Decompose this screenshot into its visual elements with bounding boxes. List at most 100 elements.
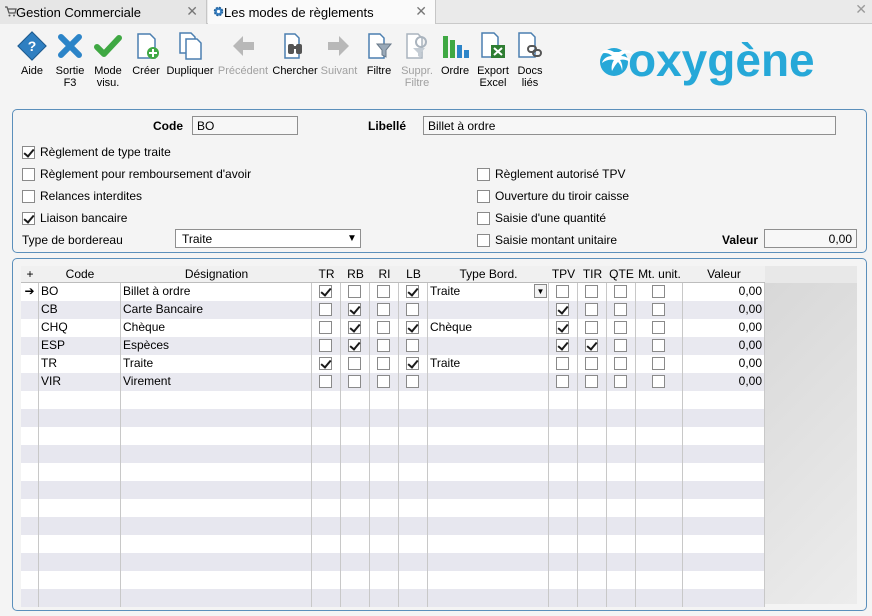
cell-designation[interactable]: Virement (121, 373, 312, 391)
valeur-field[interactable]: 0,00 (764, 229, 857, 248)
cell-mt-unit[interactable] (636, 355, 683, 373)
cell-qte[interactable] (607, 283, 636, 301)
cell-mt-unit[interactable] (636, 463, 683, 481)
cell-valeur[interactable] (683, 589, 765, 607)
checkbox[interactable] (556, 375, 569, 388)
checkbox[interactable] (585, 375, 598, 388)
filter-button[interactable]: Filtre (361, 30, 397, 77)
check-saisie-quantite[interactable]: Saisie d'une quantité (477, 211, 606, 225)
cell-code[interactable]: CB (39, 301, 121, 319)
cell-qte[interactable] (607, 355, 636, 373)
cell-mt-unit[interactable] (636, 589, 683, 607)
cell-code[interactable]: TR (39, 355, 121, 373)
cell-code[interactable] (39, 409, 121, 427)
cell-lb[interactable] (399, 319, 428, 337)
cell-tpv[interactable] (549, 337, 578, 355)
cell-type-bord[interactable]: Traite ▼ (428, 283, 549, 301)
bordereau-select[interactable]: Traite ▼ (175, 229, 361, 248)
cell-type-bord[interactable]: Traite (428, 355, 549, 373)
cell-tpv[interactable] (549, 571, 578, 589)
checkbox[interactable] (377, 339, 390, 352)
column-header-rb[interactable]: RB (341, 266, 370, 283)
cell-tpv[interactable] (549, 319, 578, 337)
cell-rb[interactable] (341, 553, 370, 571)
column-header-lb[interactable]: LB (399, 266, 428, 283)
checkbox[interactable] (585, 285, 598, 298)
cell-qte[interactable] (607, 427, 636, 445)
checkbox[interactable] (22, 167, 35, 181)
cell-lb[interactable] (399, 373, 428, 391)
cell-qte[interactable] (607, 409, 636, 427)
next-button[interactable]: Suivant (318, 30, 360, 77)
cell-qte[interactable] (607, 499, 636, 517)
checkbox[interactable] (348, 357, 361, 370)
cell-rb[interactable] (341, 427, 370, 445)
checkbox[interactable] (319, 303, 332, 316)
cell-designation[interactable] (121, 409, 312, 427)
cell-type-bord[interactable] (428, 409, 549, 427)
cell-tir[interactable] (578, 355, 607, 373)
cell-mt-unit[interactable] (636, 553, 683, 571)
cell-lb[interactable] (399, 301, 428, 319)
cell-tir[interactable] (578, 337, 607, 355)
cell-tir[interactable] (578, 517, 607, 535)
cell-code[interactable] (39, 445, 121, 463)
checkbox[interactable] (556, 285, 569, 298)
previous-button[interactable]: Précédent (216, 30, 270, 77)
cell-tr[interactable] (312, 427, 341, 445)
cell-ri[interactable] (370, 517, 399, 535)
cell-lb[interactable] (399, 283, 428, 301)
code-field[interactable]: BO (192, 116, 298, 135)
checkbox[interactable] (614, 321, 627, 334)
cell-valeur[interactable] (683, 553, 765, 571)
cell-mt-unit[interactable] (636, 373, 683, 391)
cell-designation[interactable]: Traite (121, 355, 312, 373)
cell-tpv[interactable] (549, 283, 578, 301)
checkbox[interactable] (556, 321, 569, 334)
cell-type-bord[interactable] (428, 481, 549, 499)
cell-lb[interactable] (399, 337, 428, 355)
cell-tr[interactable] (312, 283, 341, 301)
tab-close-icon[interactable]: ✕ (186, 3, 198, 20)
checkbox[interactable] (319, 321, 332, 334)
checkbox[interactable] (614, 339, 627, 352)
cell-mt-unit[interactable] (636, 445, 683, 463)
cell-qte[interactable] (607, 553, 636, 571)
cell-qte[interactable] (607, 589, 636, 607)
checkbox[interactable] (556, 339, 569, 352)
empty-row[interactable] (21, 481, 765, 499)
cell-designation[interactable] (121, 571, 312, 589)
cell-valeur[interactable] (683, 445, 765, 463)
cell-ri[interactable] (370, 301, 399, 319)
cell-tpv[interactable] (549, 391, 578, 409)
cell-tr[interactable] (312, 589, 341, 607)
empty-row[interactable] (21, 463, 765, 481)
cell-mt-unit[interactable] (636, 337, 683, 355)
checkbox[interactable] (377, 375, 390, 388)
cell-tr[interactable] (312, 373, 341, 391)
cell-tir[interactable] (578, 301, 607, 319)
exit-button[interactable]: Sortie F3 (50, 30, 90, 89)
cell-ri[interactable] (370, 463, 399, 481)
cell-designation[interactable] (121, 535, 312, 553)
cell-type-bord[interactable] (428, 589, 549, 607)
checkbox[interactable] (652, 357, 665, 370)
cell-designation[interactable] (121, 427, 312, 445)
checkbox[interactable] (348, 321, 361, 334)
empty-row[interactable] (21, 535, 765, 553)
cell-type-bord[interactable] (428, 301, 549, 319)
cell-lb[interactable] (399, 463, 428, 481)
checkbox[interactable] (556, 303, 569, 316)
cell-valeur[interactable] (683, 499, 765, 517)
cell-tir[interactable] (578, 571, 607, 589)
checkbox[interactable] (319, 285, 332, 298)
cell-tir[interactable] (578, 481, 607, 499)
cell-qte[interactable] (607, 445, 636, 463)
cell-qte[interactable] (607, 301, 636, 319)
cell-qte[interactable] (607, 391, 636, 409)
cell-designation[interactable]: Espèces (121, 337, 312, 355)
cell-type-bord[interactable] (428, 535, 549, 553)
cell-ri[interactable] (370, 337, 399, 355)
cell-tr[interactable] (312, 355, 341, 373)
column-header-valeur[interactable]: Valeur (683, 266, 765, 283)
